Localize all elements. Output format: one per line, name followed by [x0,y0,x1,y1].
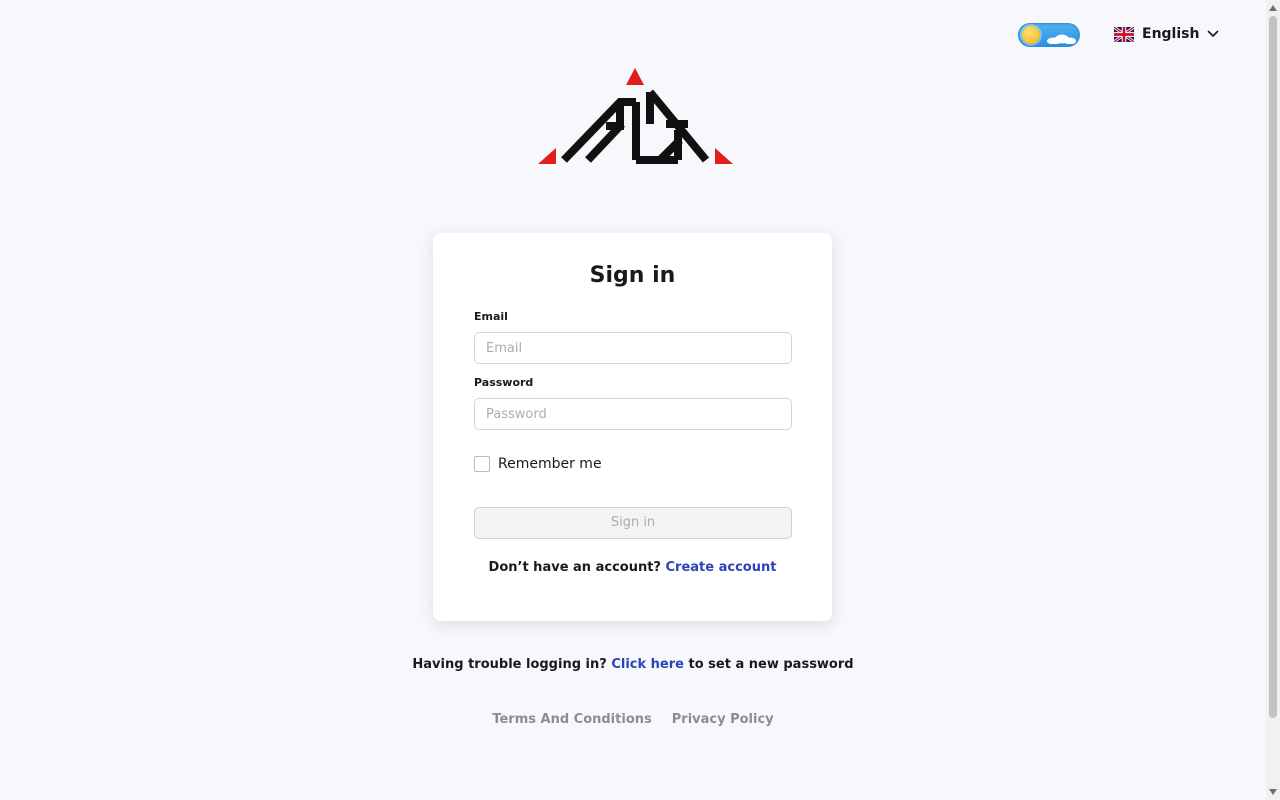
email-label: Email [474,310,508,323]
create-account-line: Don’t have an account? Create account [433,560,832,575]
vertical-scrollbar[interactable] [1266,0,1280,800]
remember-me[interactable]: Remember me [474,456,602,472]
password-field[interactable] [474,398,792,430]
scroll-up-arrow-icon[interactable] [1269,5,1277,11]
trouble-line: Having trouble logging in? Click here to… [0,657,1266,672]
scroll-down-arrow-icon[interactable] [1269,789,1277,795]
signin-title: Sign in [589,263,676,288]
terms-link[interactable]: Terms And Conditions [492,712,651,727]
chevron-down-icon [1208,30,1219,37]
trouble-prefix: Having trouble logging in? [412,657,607,672]
trouble-suffix: to set a new password [688,657,854,672]
reset-password-link[interactable]: Click here [611,657,684,672]
uk-flag-icon [1114,26,1134,42]
email-field[interactable] [474,332,792,364]
scrollbar-thumb[interactable] [1269,16,1277,718]
create-account-link[interactable]: Create account [666,560,777,575]
login-page: English Sign in Email Password [0,0,1280,800]
theme-toggle[interactable] [1018,23,1080,47]
privacy-link[interactable]: Privacy Policy [672,712,774,727]
signin-button[interactable]: Sign in [474,507,792,539]
language-selector[interactable]: English [1114,22,1219,46]
remember-me-label: Remember me [498,456,602,472]
remember-me-checkbox[interactable] [474,456,490,472]
signin-card: Sign in Email Password Remember me Sign … [433,233,832,621]
no-account-text: Don’t have an account? [488,560,661,575]
language-label: English [1142,26,1200,42]
cloud-icon [1047,34,1076,44]
sun-icon [1022,26,1040,44]
password-label: Password [474,376,534,389]
company-logo [538,68,733,164]
footer-links: Terms And Conditions Privacy Policy [0,712,1266,727]
